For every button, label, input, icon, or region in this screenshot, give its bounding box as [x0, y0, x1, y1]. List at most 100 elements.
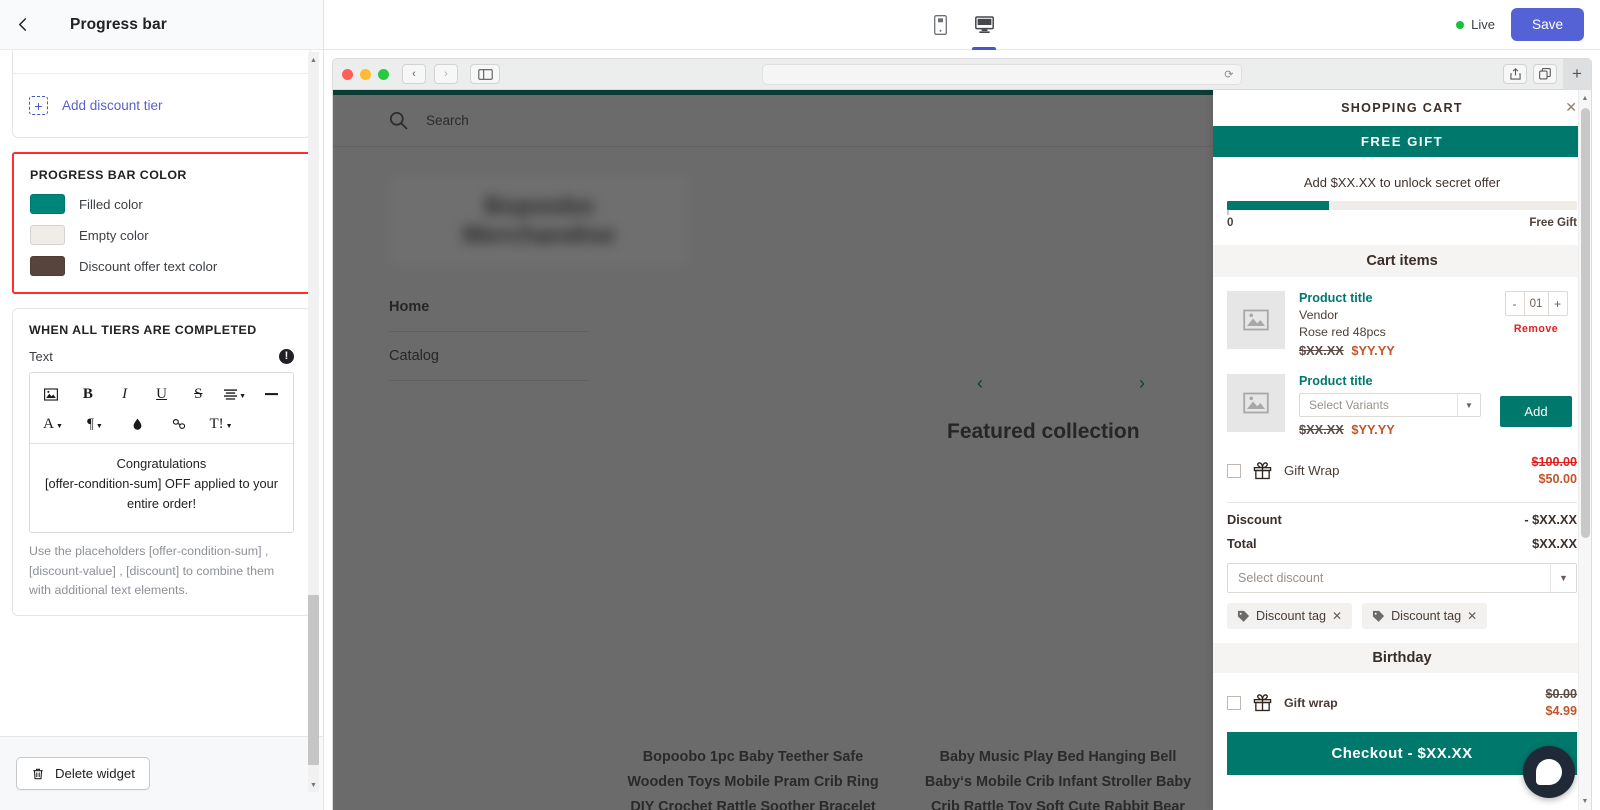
quantity-decrease-button[interactable]: - — [1506, 292, 1524, 315]
strikethrough-icon[interactable]: S — [185, 381, 211, 407]
storefront-preview: Search Bopoobo Merchandise Home Catalog … — [333, 90, 1213, 810]
color-row-empty: Empty color — [30, 225, 293, 245]
preview-wrapper: ‹ › ⟳ — [324, 50, 1600, 810]
chevron-down-icon: ▼ — [1550, 564, 1576, 592]
scrollbar-up-arrow[interactable]: ▲ — [1579, 92, 1591, 105]
filled-color-swatch[interactable] — [30, 194, 65, 214]
discount-select[interactable]: Select discount ▼ — [1227, 563, 1577, 593]
panel-scroll-area[interactable]: + Add discount tier PROGRESS BAR COLOR F… — [0, 50, 323, 736]
browser-forward-button[interactable]: › — [434, 64, 458, 84]
product-title: Baby Music Play Bed Hanging Bell Baby‘s … — [923, 745, 1193, 810]
cart-item-details: Product title Select Variants ▼ $XX.XX $… — [1299, 374, 1481, 437]
rich-text-editor[interactable]: B I U S ▼ — [29, 372, 294, 533]
discount-value: - $XX.XX — [1524, 512, 1577, 527]
add-to-cart-button[interactable]: Add — [1500, 396, 1572, 427]
cart-item-details: Product title Vendor Rose red 48pcs $XX.… — [1299, 291, 1481, 358]
gift-wrap-checkbox[interactable] — [1227, 464, 1241, 478]
product-card[interactable]: Baby Music Play Bed Hanging Bell Baby‘s … — [923, 470, 1193, 810]
close-window-icon[interactable] — [342, 69, 353, 80]
tag-icon — [1372, 610, 1385, 623]
scrollbar-down-arrow[interactable]: ▼ — [1579, 795, 1591, 808]
browser-back-button[interactable]: ‹ — [402, 64, 426, 84]
discount-tag-label: Discount tag — [1391, 609, 1461, 623]
quantity-increase-button[interactable]: + — [1549, 292, 1567, 315]
minimize-window-icon[interactable] — [360, 69, 371, 80]
device-desktop-button[interactable] — [969, 0, 999, 50]
chevron-down-icon: ▼ — [1457, 394, 1480, 416]
discount-offer-text-color-swatch[interactable] — [30, 256, 65, 276]
discount-tag-chip[interactable]: Discount tag ✕ — [1227, 603, 1352, 629]
scrollbar-up-arrow[interactable]: ▲ — [308, 54, 319, 67]
birthday-gift-wrap-checkbox[interactable] — [1227, 696, 1241, 710]
trash-icon — [31, 767, 45, 781]
all-tiers-title: WHEN ALL TIERS ARE COMPLETED — [29, 323, 294, 337]
close-icon[interactable]: ✕ — [1467, 609, 1477, 623]
empty-color-swatch[interactable] — [30, 225, 65, 245]
gift-icon — [1253, 693, 1272, 712]
device-toggle-group — [925, 0, 999, 50]
product-card[interactable]: Bopoobo 1pc Baby Teether Safe Wooden Toy… — [618, 470, 888, 810]
search-icon — [389, 111, 408, 130]
editor-toolbar: B I U S ▼ — [30, 373, 293, 444]
quantity-stepper[interactable]: - 01 + — [1505, 291, 1568, 316]
scrollbar-down-arrow[interactable]: ▼ — [308, 779, 319, 792]
browser-share-button[interactable] — [1503, 64, 1527, 84]
chat-bubble-icon[interactable] — [1523, 746, 1575, 798]
browser-tabs-button[interactable] — [1533, 64, 1557, 84]
store-nav-item-catalog[interactable]: Catalog — [389, 332, 589, 381]
cart-item-title[interactable]: Product title — [1299, 374, 1481, 388]
bold-icon[interactable]: B — [75, 381, 101, 407]
font-color-icon[interactable]: A▼ — [40, 411, 66, 437]
total-value: $XX.XX — [1532, 536, 1577, 551]
store-nav-item-home[interactable]: Home — [389, 283, 589, 332]
save-button[interactable]: Save — [1511, 8, 1584, 41]
info-icon[interactable]: ! — [279, 349, 294, 364]
cart-item-variant: Rose red 48pcs — [1299, 325, 1481, 339]
maximize-window-icon[interactable] — [378, 69, 389, 80]
store-search-label: Search — [426, 113, 469, 128]
panel-footer: Delete widget — [0, 736, 323, 810]
carousel-prev-button[interactable]: ‹ — [977, 373, 983, 394]
carousel-next-button[interactable]: › — [1139, 373, 1145, 394]
delete-widget-button[interactable]: Delete widget — [16, 757, 150, 790]
highlight-icon[interactable] — [124, 411, 150, 437]
image-placeholder-icon — [1243, 390, 1269, 416]
link-icon[interactable] — [166, 411, 192, 437]
toolbar-row-1: B I U S ▼ — [38, 379, 285, 409]
live-status[interactable]: Live — [1456, 17, 1495, 32]
reload-icon[interactable]: ⟳ — [1224, 68, 1233, 81]
device-mobile-button[interactable] — [925, 0, 955, 50]
store-search-row[interactable]: Search — [333, 95, 1213, 147]
preview-scrollbar-thumb[interactable] — [1581, 108, 1590, 538]
progress-start-label: 0 — [1227, 216, 1233, 229]
discount-tag-chip[interactable]: Discount tag ✕ — [1362, 603, 1487, 629]
product-image-placeholder — [618, 470, 888, 745]
birthday-gift-wrap-price-now: $4.99 — [1545, 704, 1577, 718]
add-discount-tier-button[interactable]: + Add discount tier — [13, 74, 310, 137]
clear-format-icon[interactable]: T!▼ — [208, 411, 234, 437]
editor-content[interactable]: Congratulations [offer-condition-sum] OF… — [30, 444, 293, 532]
image-icon[interactable] — [38, 381, 64, 407]
align-icon[interactable]: ▼ — [222, 381, 248, 407]
horizontal-rule-icon[interactable] — [259, 381, 285, 407]
gift-wrap-price-was: $100.00 — [1531, 455, 1577, 469]
underline-icon[interactable]: U — [148, 381, 174, 407]
preview-scrollbar[interactable]: ▲ ▼ — [1578, 90, 1591, 810]
quantity-value[interactable]: 01 — [1524, 292, 1549, 315]
close-icon[interactable]: ✕ — [1565, 99, 1577, 116]
product-thumbnail[interactable] — [1227, 291, 1285, 349]
paragraph-icon[interactable]: ¶▼ — [82, 411, 108, 437]
browser-sidebar-toggle[interactable] — [470, 64, 500, 84]
back-button[interactable] — [0, 0, 46, 50]
product-thumbnail[interactable] — [1227, 374, 1285, 432]
cart-item-title[interactable]: Product title — [1299, 291, 1481, 305]
close-icon[interactable]: ✕ — [1332, 609, 1342, 623]
browser-url-bar[interactable]: ⟳ — [762, 64, 1242, 85]
browser-new-tab-button[interactable]: + — [1563, 59, 1591, 90]
cart-item-row: Product title Vendor Rose red 48pcs $XX.… — [1213, 277, 1591, 358]
remove-item-link[interactable]: Remove — [1495, 323, 1577, 335]
variant-select[interactable]: Select Variants ▼ — [1299, 393, 1481, 417]
progress-end-label: Free Gift — [1529, 216, 1577, 229]
italic-icon[interactable]: I — [112, 381, 138, 407]
panel-scrollbar-thumb[interactable] — [308, 595, 319, 765]
